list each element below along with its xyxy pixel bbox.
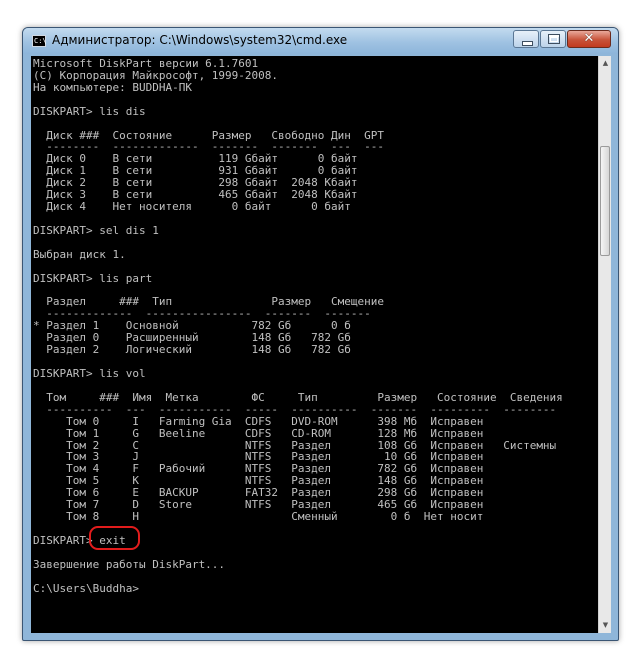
console-line: Том 1 G Beeline CDFS CD-ROM 128 Мб Испра… — [33, 426, 484, 440]
cmd-app-icon[interactable]: C:\ — [32, 35, 47, 47]
title-bar[interactable]: C:\ Администратор: C:\Windows\system32\c… — [23, 28, 618, 54]
window-title: Администратор: C:\Windows\system32\cmd.e… — [52, 33, 348, 47]
vertical-scrollbar[interactable]: ▲ ▼ — [598, 56, 611, 633]
minimize-icon — [522, 41, 533, 46]
maximize-button[interactable] — [540, 30, 566, 48]
close-button[interactable]: ✕ — [567, 30, 611, 48]
exit-command-highlight — [89, 526, 140, 550]
console-line: Раздел 2 Логический 148 Gб 782 Gб — [33, 343, 351, 357]
console-line: Том 0 I Farming Gia CDFS DVD-ROM 398 Мб … — [33, 414, 484, 428]
console-line: Том ### Имя Метка ФС Тип Размер Состояни… — [33, 390, 563, 404]
console-line: DISKPART> lis part — [33, 271, 153, 285]
scroll-up-arrow-icon[interactable]: ▲ — [600, 56, 611, 71]
console-line: Диск 4 Нет носителя 0 байт 0 байт — [33, 200, 351, 214]
console-line: Том 8 H Сменный 0 б Нет носит — [33, 510, 484, 524]
close-icon: ✕ — [583, 31, 595, 46]
console-line: DISKPART> sel dis 1 — [33, 223, 159, 237]
console-lines: Microsoft DiskPart версии 6.1.7601 (C) Ко… — [33, 58, 563, 594]
console-line: На компьютере: BUDDHA-ПК — [33, 80, 192, 94]
scroll-thumb[interactable] — [600, 146, 610, 256]
console-line: DISKPART> lis dis — [33, 104, 146, 118]
console-line: ---------- --- ----------- ----- -------… — [33, 402, 557, 416]
minimize-button[interactable] — [513, 30, 539, 48]
scroll-down-arrow-icon[interactable]: ▼ — [600, 618, 611, 633]
console-line: Завершение работы DiskPart... — [33, 557, 226, 571]
maximize-icon — [548, 34, 560, 44]
console-line: C:\Users\Buddha> — [33, 581, 139, 595]
console-line: Выбран диск 1. — [33, 247, 126, 261]
console-line: DISKPART> lis vol — [33, 366, 146, 380]
